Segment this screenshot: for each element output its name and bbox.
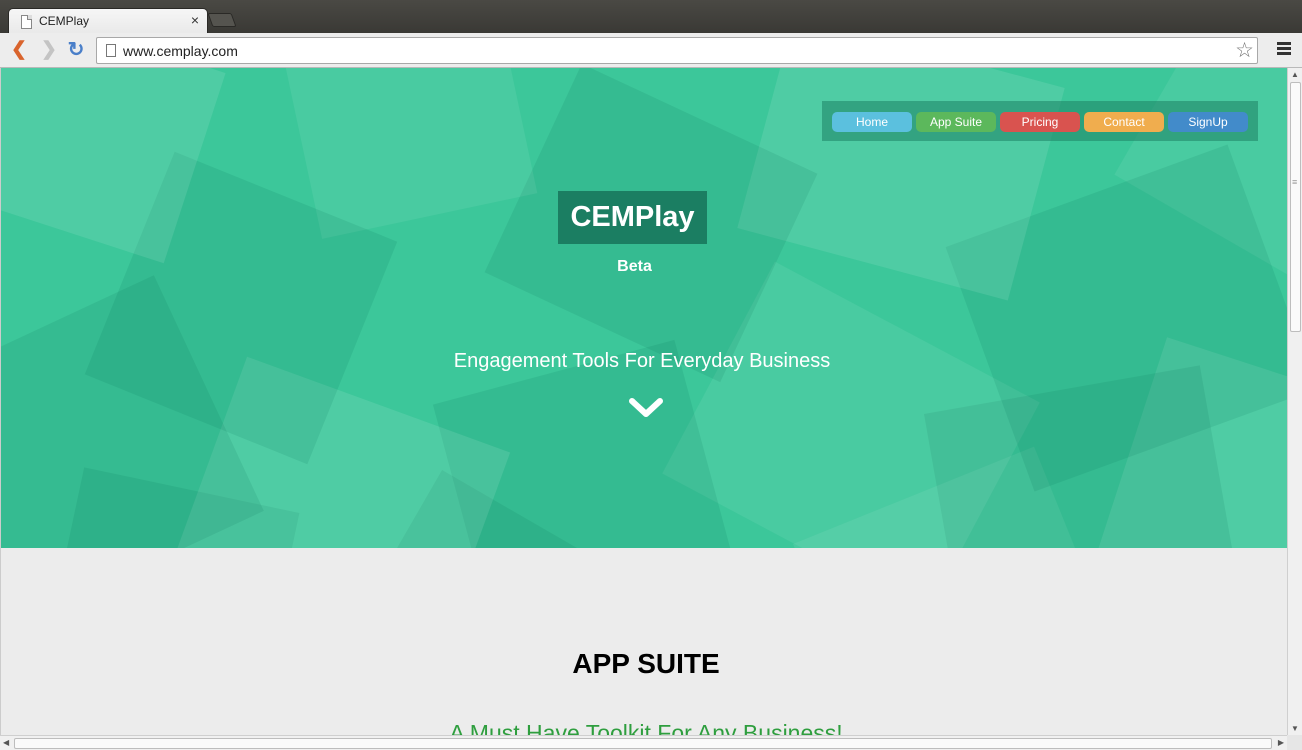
nav-home-button[interactable]: Home xyxy=(832,112,912,132)
reload-icon[interactable]: ↻ xyxy=(65,39,87,61)
nav-app-suite-button[interactable]: App Suite xyxy=(916,112,996,132)
scrollbar-corner xyxy=(1287,735,1302,750)
beta-label: Beta xyxy=(617,258,652,275)
hero-banner: Home App Suite Pricing Contact SignUp CE… xyxy=(1,68,1287,548)
forward-icon[interactable]: ❯ xyxy=(38,39,60,61)
url-text[interactable]: www.cemplay.com xyxy=(123,43,238,59)
scroll-down-icon[interactable]: ▼ xyxy=(1291,724,1299,733)
window-titlebar: CEMPlay × xyxy=(0,0,1302,34)
nav-pricing-button[interactable]: Pricing xyxy=(1000,112,1080,132)
site-logo[interactable]: CEMPlay xyxy=(558,191,707,244)
browser-toolbar: ❮ ❯ ↻ www.cemplay.com ☆ xyxy=(0,33,1302,68)
page-icon xyxy=(21,15,32,29)
section-title: APP SUITE xyxy=(572,648,720,679)
scroll-right-icon[interactable]: ▶ xyxy=(1278,738,1284,747)
star-icon[interactable]: ☆ xyxy=(1235,38,1254,63)
scroll-left-icon[interactable]: ◀ xyxy=(3,738,9,747)
chevron-down-icon[interactable] xyxy=(628,398,664,418)
vertical-scrollbar[interactable]: ▲ ▼ xyxy=(1287,68,1302,735)
site-navbar: Home App Suite Pricing Contact SignUp xyxy=(822,101,1258,141)
nav-signup-button[interactable]: SignUp xyxy=(1168,112,1248,132)
back-icon[interactable]: ❮ xyxy=(8,39,30,61)
section-subtitle: A Must Have Toolkit For Any Business! xyxy=(449,720,843,735)
browser-tab[interactable]: CEMPlay × xyxy=(8,8,208,34)
nav-contact-button[interactable]: Contact xyxy=(1084,112,1164,132)
new-tab-button[interactable] xyxy=(207,13,237,27)
hero-tagline: Engagement Tools For Everyday Business xyxy=(453,350,831,372)
tab-close-icon[interactable]: × xyxy=(191,12,199,28)
scroll-up-icon[interactable]: ▲ xyxy=(1291,70,1299,79)
address-bar[interactable]: www.cemplay.com ☆ xyxy=(96,37,1258,64)
vertical-scroll-thumb[interactable] xyxy=(1290,82,1301,332)
menu-icon[interactable] xyxy=(1277,42,1291,57)
horizontal-scroll-thumb[interactable] xyxy=(14,738,1272,749)
page-viewport: Home App Suite Pricing Contact SignUp CE… xyxy=(0,68,1287,735)
page-icon xyxy=(106,44,116,57)
horizontal-scrollbar[interactable]: ◀ ▶ xyxy=(0,735,1287,750)
tab-title: CEMPlay xyxy=(39,14,90,28)
